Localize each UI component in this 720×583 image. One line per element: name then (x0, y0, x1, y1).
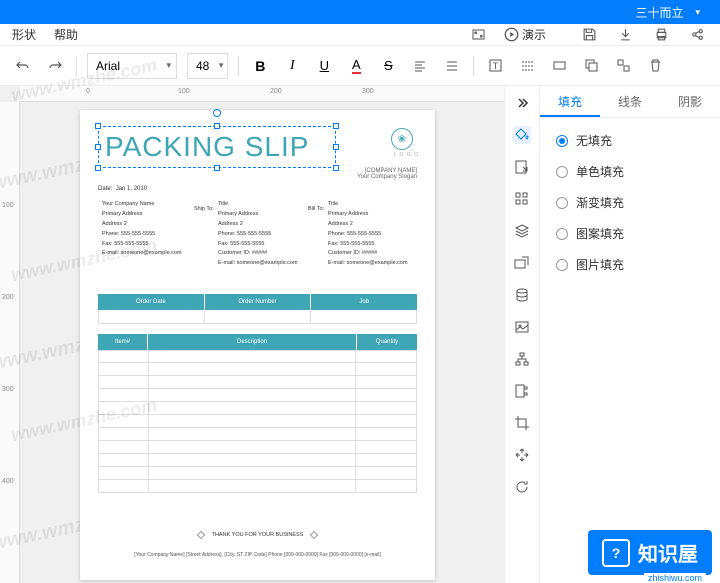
export-tool-icon[interactable] (513, 158, 531, 176)
selection-box[interactable]: PACKING SLIP (98, 126, 336, 168)
company-logo-icon: ❀ (391, 128, 413, 150)
tool-rail (504, 86, 540, 583)
svg-text:T: T (493, 61, 499, 71)
layers-tool-icon[interactable] (513, 222, 531, 240)
font-family-select[interactable]: Arial (87, 53, 177, 79)
order-data-row (98, 310, 417, 324)
packing-slip-title[interactable]: PACKING SLIP (99, 127, 335, 167)
resize-handle[interactable] (333, 123, 339, 129)
tab-line[interactable]: 线条 (600, 86, 660, 117)
text-tool-button[interactable]: T (484, 55, 506, 77)
italic-button[interactable]: I (281, 55, 303, 77)
user-menu[interactable]: 三十而立 (635, 4, 683, 21)
fit-screen-icon[interactable] (468, 24, 490, 46)
resize-handle[interactable] (95, 123, 101, 129)
fill-gradient-option[interactable]: 渐变填充 (556, 194, 704, 211)
delete-button[interactable] (644, 55, 666, 77)
format-toolbar: Arial 48 B I U A S T (0, 46, 720, 86)
radio-icon (556, 228, 568, 240)
line-style-button[interactable] (516, 55, 538, 77)
menu-shape[interactable]: 形状 (12, 26, 36, 43)
download-icon[interactable] (614, 24, 636, 46)
resize-handle[interactable] (214, 165, 220, 171)
fill-tool-icon[interactable] (513, 126, 531, 144)
items-table (98, 350, 417, 493)
copy-button[interactable] (580, 55, 602, 77)
group-button[interactable] (612, 55, 634, 77)
horizontal-ruler: 0100200300 (20, 86, 504, 102)
radio-icon (556, 135, 568, 147)
font-size-select[interactable]: 48 (187, 53, 228, 79)
diamond-icon (310, 531, 318, 539)
tab-fill[interactable]: 填充 (540, 86, 600, 117)
fill-image-option[interactable]: 图片填充 (556, 256, 704, 273)
resize-handle[interactable] (214, 123, 220, 129)
radio-icon (556, 197, 568, 209)
resize-handle[interactable] (95, 144, 101, 150)
from-address: Your Company NamePrimary AddressAddress … (102, 200, 182, 259)
present-button[interactable]: 演示 (504, 24, 564, 46)
radio-icon (556, 166, 568, 178)
menu-help[interactable]: 帮助 (54, 26, 78, 43)
share-icon[interactable] (686, 24, 708, 46)
menu-bar: 形状 帮助 演示 (0, 24, 720, 46)
canvas[interactable]: 0100200300 100200300400 www.wmzhe.com ww… (0, 86, 504, 583)
align-v-button[interactable] (441, 55, 463, 77)
items-header-row: Item#DescriptionQuantity (98, 334, 417, 350)
radio-icon (556, 259, 568, 271)
undo-button[interactable] (12, 55, 34, 77)
thank-you-text: THANK YOU FOR YOUR BUSINESS (80, 532, 435, 538)
crop-tool-icon[interactable] (513, 414, 531, 432)
logo-label: L O G O (394, 152, 419, 158)
component-tool-icon[interactable] (513, 382, 531, 400)
expand-tool-icon[interactable] (513, 446, 531, 464)
refresh-tool-icon[interactable] (513, 478, 531, 496)
save-icon[interactable] (578, 24, 600, 46)
brand-badge: ? 知识屋 (588, 530, 712, 575)
order-header-row: Order DateOrder NumberJob (98, 294, 417, 310)
company-info: [COMPANY NAME] Your Company Slogan (357, 168, 417, 180)
print-icon[interactable] (650, 24, 672, 46)
bold-button[interactable]: B (249, 55, 271, 77)
collapse-icon[interactable] (513, 94, 531, 112)
ship-to-address: TitlePrimary AddressAddress 2 Phone: 555… (218, 200, 298, 269)
properties-panel: 填充 线条 阴影 无填充 单色填充 渐变填充 图案填充 图片填充 www.wmz… (540, 86, 720, 583)
grid-tool-icon[interactable] (513, 190, 531, 208)
diamond-icon (196, 531, 204, 539)
fill-pattern-option[interactable]: 图案填充 (556, 225, 704, 242)
fill-solid-option[interactable]: 单色填充 (556, 163, 704, 180)
database-tool-icon[interactable] (513, 286, 531, 304)
resize-handle[interactable] (95, 165, 101, 171)
vertical-ruler: 100200300400 (0, 102, 20, 583)
resize-handle[interactable] (333, 144, 339, 150)
ship-to-label: Ship To: (194, 206, 214, 212)
rotate-handle[interactable] (213, 109, 221, 117)
fill-none-option[interactable]: 无填充 (556, 132, 704, 149)
bill-to-label: Bill To: (308, 206, 324, 212)
title-bar: 三十而立▾ (0, 0, 720, 24)
tab-shadow[interactable]: 阴影 (660, 86, 720, 117)
brand-url: zhishiwu.com (644, 573, 706, 583)
brand-logo-icon: ? (602, 539, 630, 567)
hierarchy-tool-icon[interactable] (513, 350, 531, 368)
panel-tabs: 填充 线条 阴影 (540, 86, 720, 118)
redo-button[interactable] (44, 55, 66, 77)
image-tool-icon[interactable] (513, 318, 531, 336)
resize-handle[interactable] (333, 165, 339, 171)
bill-to-address: TitlePrimary AddressAddress 2 Phone: 555… (328, 200, 408, 269)
footer-contact: [Your Company Name] [Street Address], [C… (98, 552, 417, 558)
rect-tool-button[interactable] (548, 55, 570, 77)
align-h-button[interactable] (409, 55, 431, 77)
font-color-button[interactable]: A (345, 55, 367, 77)
strike-button[interactable]: S (377, 55, 399, 77)
date-field: Date: Jan 1, 2010 (98, 186, 147, 192)
shape-tool-icon[interactable] (513, 254, 531, 272)
document-page[interactable]: PACKING SLIP ❀ L O G O [COMPANY NAME] Yo… (80, 110, 435, 580)
underline-button[interactable]: U (313, 55, 335, 77)
